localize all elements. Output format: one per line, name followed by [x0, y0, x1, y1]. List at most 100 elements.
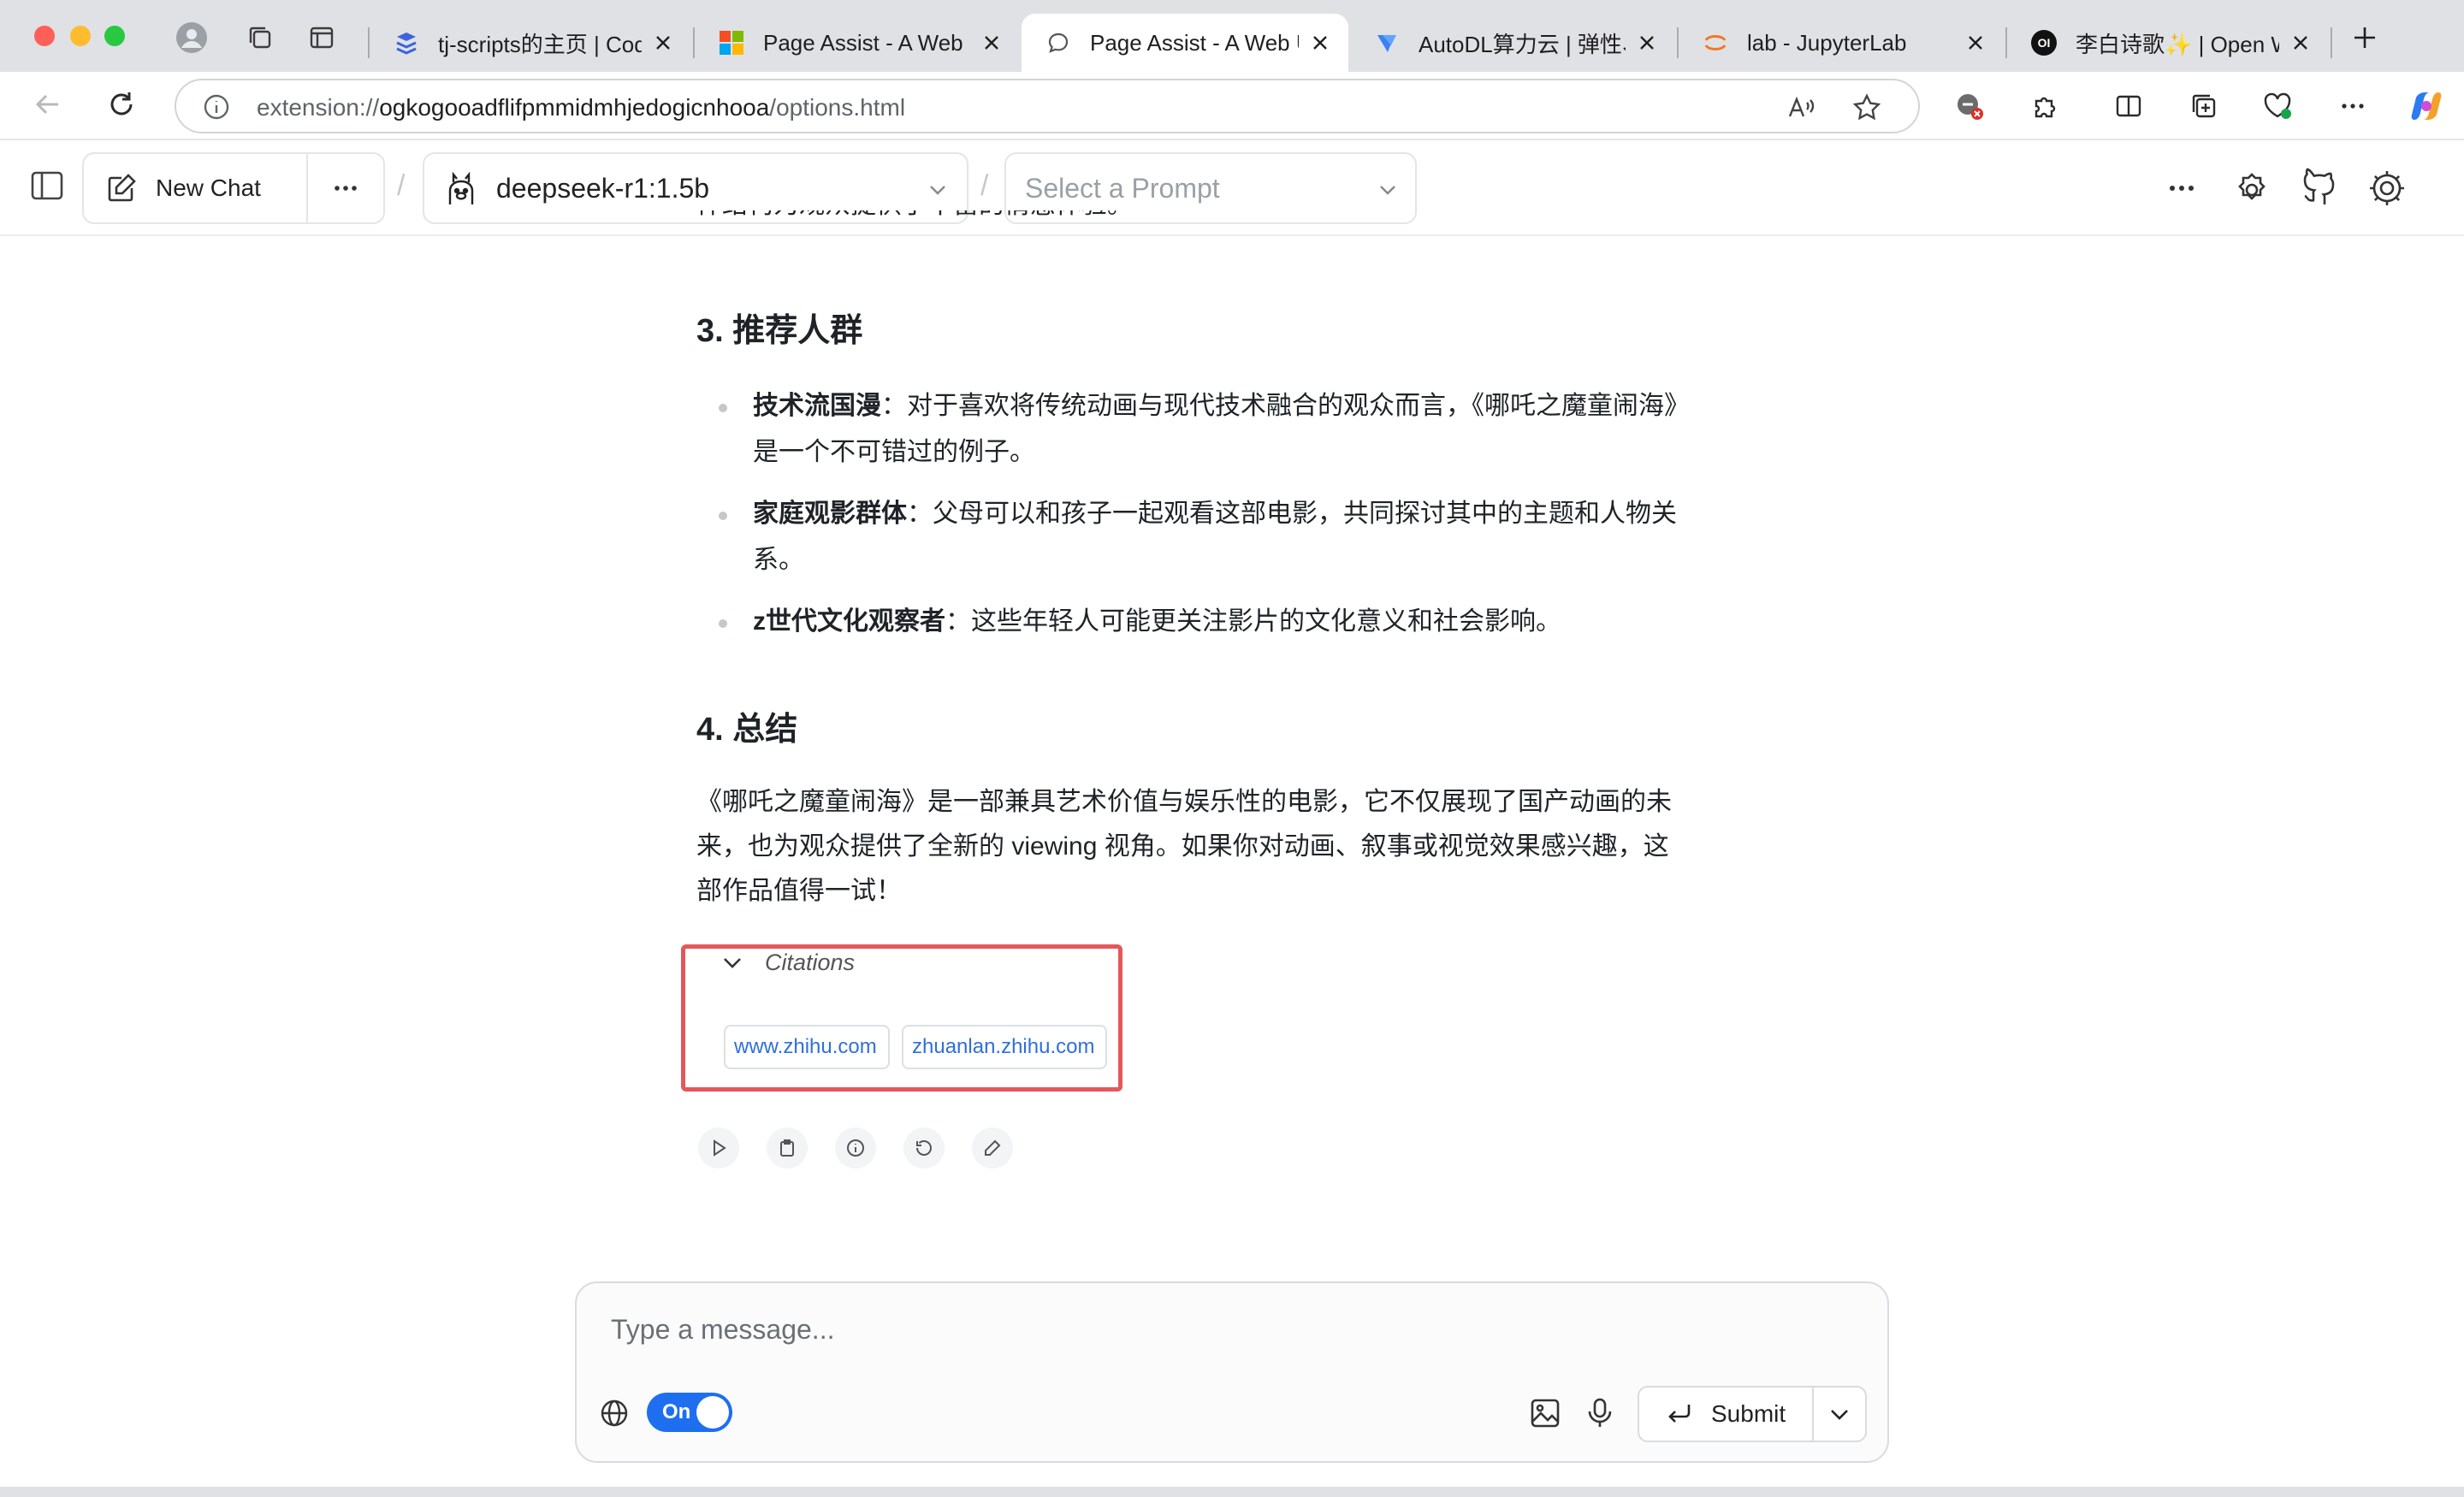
- citations-label: Citations: [765, 950, 856, 975]
- close-icon[interactable]: [652, 32, 674, 54]
- list-item: z世代文化观察者：这些年轻人可能更关注影片的文化意义和社会影响。: [719, 599, 1689, 645]
- window-minimize-button[interactable]: [70, 26, 91, 46]
- more-options-icon[interactable]: [2337, 91, 2368, 121]
- tab-title: AutoDL算力云 | 弹性、好: [1419, 31, 1626, 57]
- new-chat-group: New Chat: [82, 152, 385, 224]
- chevron-down-icon: [926, 178, 950, 206]
- enter-return-icon: [1665, 1399, 1694, 1429]
- chat-more-button[interactable]: [308, 173, 383, 204]
- microsoft-icon: [719, 30, 744, 56]
- read-aloud-icon[interactable]: [1786, 92, 1817, 127]
- toggle-knob: [696, 1396, 729, 1429]
- close-icon[interactable]: [980, 32, 1003, 54]
- section-4-paragraph: 《哪吒之魔童闹海》是一部兼具艺术价值与娱乐性的电影，它不仅展现了国产动画的未来，…: [696, 788, 1672, 905]
- new-chat-label: New Chat: [156, 175, 261, 201]
- profile-avatar-icon[interactable]: [176, 22, 207, 53]
- ollama-llama-icon: [445, 170, 477, 206]
- copy-button[interactable]: [767, 1127, 808, 1169]
- tab-2-active[interactable]: Page Assist - A Web UI: [1022, 14, 1348, 72]
- chevron-down-icon: [720, 951, 744, 975]
- section-3-list: 技术流国漫：对于喜欢将传统动画与现代技术融合的观众而言，《哪吒之魔童闹海》是一个…: [696, 383, 1689, 645]
- edit-button[interactable]: [972, 1127, 1013, 1169]
- new-chat-button[interactable]: New Chat: [84, 154, 308, 222]
- list-item-text: ：对于喜欢将传统动画与现代技术融合的观众而言，《哪吒之魔童闹海》是一个不可错过的…: [753, 392, 1677, 466]
- window-close-button[interactable]: [34, 26, 55, 46]
- favorite-star-icon[interactable]: [1851, 92, 1882, 127]
- edit-pencil-icon: [104, 171, 139, 205]
- workspaces-icon[interactable]: [245, 22, 275, 53]
- site-info-icon[interactable]: [202, 92, 231, 126]
- extension-blocked-icon[interactable]: [1954, 91, 1985, 121]
- jupyter-icon: [1703, 30, 1728, 56]
- citations-toggle[interactable]: Citations: [720, 950, 855, 976]
- vertical-tabs-icon[interactable]: [306, 22, 337, 53]
- list-item-text: ：这些年轻人可能更关注影片的文化意义和社会影响。: [945, 607, 1561, 636]
- tab-0[interactable]: tj-scripts的主页 | CodeWh: [370, 14, 691, 72]
- github-icon[interactable]: [2300, 168, 2339, 211]
- new-tab-plus-icon[interactable]: [2349, 22, 2380, 53]
- close-icon[interactable]: [2289, 32, 2312, 54]
- chat-bubble-icon: [1045, 30, 1071, 56]
- close-icon[interactable]: [1964, 32, 1987, 54]
- toggle-label: On: [662, 1400, 691, 1423]
- split-screen-icon[interactable]: [2113, 91, 2144, 121]
- extensions-puzzle-icon[interactable]: [2029, 91, 2060, 121]
- clipboard-icon: [780, 1139, 794, 1157]
- more-dots-icon: [335, 186, 357, 191]
- url-scheme: extension://: [257, 94, 380, 121]
- browser-tab-bar: tj-scripts的主页 | CodeWh Page Assist - A W…: [0, 0, 2464, 72]
- codewhy-icon: [394, 30, 419, 56]
- citation-link[interactable]: zhuanlan.zhihu.com: [902, 1025, 1107, 1069]
- back-arrow-icon[interactable]: [33, 89, 63, 120]
- message-input[interactable]: Type a message...: [611, 1314, 834, 1346]
- globe-icon[interactable]: [599, 1398, 630, 1433]
- tab-4[interactable]: lab - JupyterLab: [1679, 14, 2004, 72]
- submit-button[interactable]: Submit: [1639, 1388, 1814, 1441]
- sidebar-toggle-icon[interactable]: [29, 168, 65, 208]
- list-item-bold: 家庭观影群体: [753, 500, 907, 528]
- submit-label: Submit: [1711, 1400, 1786, 1427]
- info-icon: [847, 1139, 864, 1157]
- tab-3[interactable]: AutoDL算力云 | 弹性、好: [1350, 14, 1675, 72]
- tab-title: Page Assist - A Web UI: [1090, 29, 1299, 56]
- submit-group: Submit: [1638, 1386, 1867, 1442]
- submit-options-button[interactable]: [1814, 1401, 1865, 1427]
- browser-essentials-icon[interactable]: [2262, 91, 2293, 121]
- close-icon[interactable]: [1636, 32, 1658, 54]
- regenerate-button[interactable]: [903, 1127, 945, 1169]
- model-settings-gear-icon[interactable]: [2231, 168, 2272, 213]
- url-host: ogkogooadflifpmmidmhjedogicnhooa: [379, 94, 770, 121]
- citation-link[interactable]: www.zhihu.com: [724, 1025, 890, 1069]
- header-separator: /: [980, 169, 989, 202]
- tab-title: tj-scripts的主页 | CodeWh: [438, 31, 642, 57]
- chevron-down-icon: [1831, 1410, 1848, 1420]
- app-header: New Chat / deepseek-r1:1.5b / Select a P…: [0, 140, 2464, 236]
- message-composer: Type a message... On Submit: [575, 1281, 1889, 1463]
- settings-gear-icon[interactable]: [2366, 168, 2408, 213]
- partial-line: 件结构为观众提供了丰富的情感体验。: [696, 210, 1133, 222]
- tab-title: lab - JupyterLab: [1747, 29, 1907, 56]
- close-icon[interactable]: [1309, 32, 1331, 54]
- tab-1[interactable]: Page Assist - A Web UI: [695, 14, 1020, 72]
- microphone-icon[interactable]: [1583, 1396, 1617, 1435]
- image-upload-icon[interactable]: [1528, 1396, 1562, 1435]
- chevron-down-icon: [1376, 178, 1400, 206]
- collections-icon[interactable]: [2189, 91, 2219, 121]
- list-item-bold: 技术流国漫: [753, 392, 881, 420]
- url-text[interactable]: extension://ogkogooadflifpmmidmhjedogicn…: [257, 94, 905, 121]
- autodl-icon: [1374, 30, 1400, 56]
- refresh-icon: [916, 1140, 932, 1156]
- play-audio-button[interactable]: [698, 1127, 739, 1169]
- section-4-heading: 4. 总结: [696, 712, 798, 748]
- address-bar[interactable]: extension://ogkogooadflifpmmidmhjedogicn…: [175, 79, 1920, 133]
- openwebui-logo: OI: [2031, 30, 2057, 56]
- header-more-icon[interactable]: [2165, 171, 2199, 210]
- info-button[interactable]: [835, 1127, 876, 1169]
- reload-icon[interactable]: [106, 89, 137, 120]
- copilot-icon[interactable]: [2409, 89, 2443, 123]
- web-search-toggle[interactable]: On: [647, 1393, 732, 1432]
- tab-5[interactable]: OI 李白诗歌✨ | Open WebUI: [2007, 14, 2329, 72]
- window-maximize-button[interactable]: [104, 26, 125, 46]
- header-separator: /: [397, 169, 406, 202]
- tab-title: Page Assist - A Web UI: [763, 29, 970, 56]
